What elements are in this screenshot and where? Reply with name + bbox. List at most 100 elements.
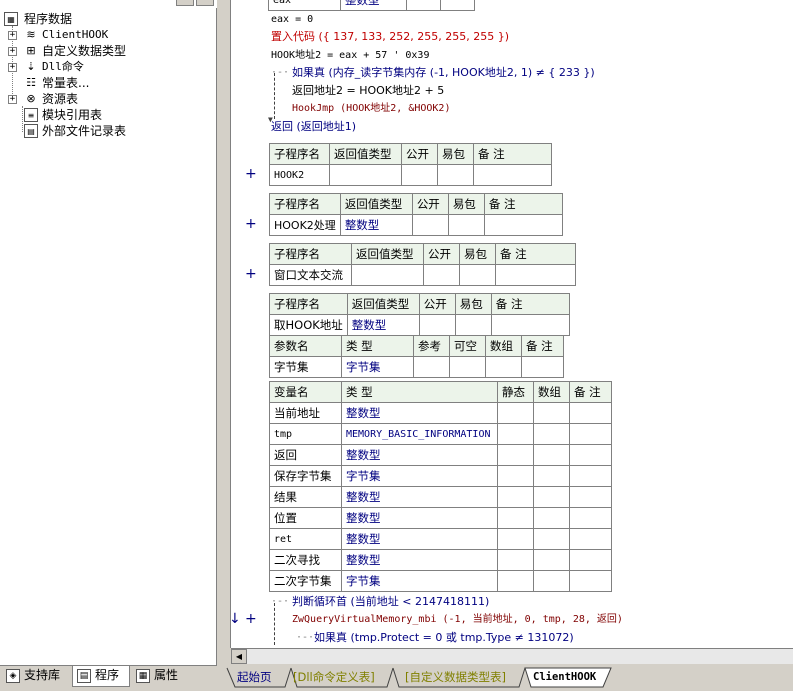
header-param-name: 参数名 bbox=[269, 335, 342, 357]
expand-plus-icon[interactable]: + bbox=[8, 95, 17, 104]
tree-item-label: 外部文件记录表 bbox=[42, 124, 127, 138]
tab-label: [自定义数据类型表] bbox=[405, 670, 506, 684]
sub-name-cell[interactable]: 窗口文本交流 bbox=[269, 264, 352, 286]
code-line[interactable]: HOOK地址2 = eax + 57 ' 0x39 bbox=[271, 49, 429, 63]
code-line[interactable]: eax = 0 bbox=[271, 13, 313, 27]
tab-start-page[interactable]: 起始页 bbox=[237, 668, 272, 687]
sub-table-hook2-handler: 子程序名 返回值类型 公开 易包 备 注 HOOK2处理 整数型 bbox=[269, 193, 563, 236]
table-row[interactable]: ret 整数型 bbox=[269, 528, 612, 550]
tab-label: ClientHOOK bbox=[533, 671, 597, 683]
variable-type-cell[interactable]: 字节集 bbox=[341, 570, 498, 592]
scroll-left-icon[interactable]: ◀ bbox=[231, 649, 247, 664]
tab-support-library[interactable]: ◈ 支持库 bbox=[2, 666, 72, 687]
variable-type-cell[interactable]: 字节集 bbox=[341, 465, 498, 487]
code-line-loop[interactable]: 判断循环首 (当前地址 < 2147418111) bbox=[292, 595, 489, 609]
tree-item-module-refs[interactable]: ≡ 模块引用表 bbox=[0, 107, 200, 123]
tree-item-clienthook[interactable]: + ≋ ClientHOOK bbox=[0, 27, 200, 43]
tree-item-label: 自定义数据类型 bbox=[42, 44, 127, 58]
header-nullable: 可空 bbox=[449, 335, 486, 357]
variable-type-cell[interactable]: 整数型 bbox=[341, 444, 498, 466]
variable-name-cell[interactable]: 二次寻找 bbox=[269, 549, 342, 571]
pane-scroll-button[interactable] bbox=[176, 0, 194, 6]
code-line-current[interactable]: ZwQueryVirtualMemory_mbi (-1, 当前地址, 0, t… bbox=[292, 613, 623, 627]
horizontal-scrollbar[interactable]: ◀ bbox=[231, 648, 793, 664]
return-type-cell[interactable] bbox=[329, 164, 402, 186]
table-row[interactable]: 返回 整数型 bbox=[269, 444, 612, 466]
top-fragment-table: eax 整数型 bbox=[268, 0, 475, 11]
variable-type-cell[interactable]: 整数型 bbox=[340, 0, 407, 11]
variable-type-cell[interactable]: 整数型 bbox=[341, 402, 498, 424]
variable-name-cell[interactable]: 返回 bbox=[269, 444, 342, 466]
variable-name-cell[interactable]: 保存字节集 bbox=[269, 465, 342, 487]
header-variable-name: 变量名 bbox=[269, 381, 342, 403]
tab-custom-types[interactable]: [自定义数据类型表] bbox=[405, 668, 506, 687]
variable-name-cell[interactable]: 当前地址 bbox=[269, 402, 342, 424]
variable-type-cell[interactable]: 整数型 bbox=[341, 549, 498, 571]
table-row[interactable]: 结果 整数型 bbox=[269, 486, 612, 508]
variable-name-cell[interactable]: eax bbox=[268, 0, 341, 11]
tab-properties[interactable]: ▦ 属性 bbox=[132, 666, 192, 687]
tree-item-dll-commands[interactable]: + ⇣ Dll命令 bbox=[0, 59, 200, 75]
tab-label: 属性 bbox=[154, 668, 179, 682]
table-row[interactable]: 二次字节集 字节集 bbox=[269, 570, 612, 592]
variable-name-cell[interactable]: ret bbox=[269, 528, 342, 550]
variable-name-cell[interactable]: 结果 bbox=[269, 486, 342, 508]
param-type-cell[interactable]: 字节集 bbox=[341, 356, 414, 378]
return-type-cell[interactable] bbox=[351, 264, 424, 286]
table-row[interactable]: 位置 整数型 bbox=[269, 507, 612, 529]
tab-dll-commands[interactable]: [Dll命令定义表] bbox=[293, 668, 375, 687]
tab-label: [Dll命令定义表] bbox=[293, 670, 375, 684]
expand-sub-icon[interactable]: + bbox=[245, 166, 257, 182]
tree-item-label: ClientHOOK bbox=[42, 28, 109, 41]
header-return-type: 返回值类型 bbox=[329, 143, 402, 165]
table-row[interactable]: 当前地址 整数型 bbox=[269, 402, 612, 424]
variable-name-cell[interactable]: tmp bbox=[269, 423, 342, 445]
table-row[interactable]: tmp MEMORY_BASIC_INFORMATION bbox=[269, 423, 612, 445]
expand-plus-icon[interactable]: + bbox=[8, 31, 17, 40]
tab-clienthook[interactable]: ClientHOOK bbox=[533, 668, 596, 687]
header-reference: 参考 bbox=[413, 335, 450, 357]
header-note: 备 注 bbox=[490, 293, 570, 315]
tab-label: 起始页 bbox=[237, 670, 272, 684]
table-row[interactable]: 保存字节集 字节集 bbox=[269, 465, 612, 487]
tree-item-resources[interactable]: + ⊗ 资源表 bbox=[0, 91, 200, 107]
code-line[interactable]: HookJmp (HOOK地址2, &HOOK2) bbox=[292, 102, 450, 116]
pane-scroll-button[interactable] bbox=[196, 0, 214, 6]
variable-table: 变量名 类 型 静态 数组 备 注 当前地址 整数型 tmp MEMORY_BASI… bbox=[269, 381, 612, 592]
program-data-icon: ▦ bbox=[4, 12, 18, 26]
tree-item-constants[interactable]: ☷ 常量表... bbox=[0, 75, 200, 91]
tree-item-label: 模块引用表 bbox=[42, 108, 103, 122]
tree-item-external-files[interactable]: ▤ 外部文件记录表 bbox=[0, 123, 200, 139]
expand-sub-icon[interactable]: + bbox=[245, 611, 257, 627]
tree-item-label: Dll命令 bbox=[42, 60, 84, 73]
expand-sub-icon[interactable]: + bbox=[245, 216, 257, 232]
return-type-cell[interactable]: 整数型 bbox=[346, 314, 420, 336]
variable-type-cell[interactable]: MEMORY_BASIC_INFORMATION bbox=[341, 423, 498, 445]
header-public: 公开 bbox=[423, 243, 460, 265]
variable-type-cell[interactable]: 整数型 bbox=[341, 486, 498, 508]
code-line[interactable]: 返回地址2 = HOOK地址2 + 5 bbox=[292, 84, 444, 98]
code-line[interactable]: 置入代码 ({ 137, 133, 252, 255, 255, 255 }) bbox=[271, 30, 509, 44]
expand-sub-icon[interactable]: + bbox=[245, 266, 257, 282]
code-line-return[interactable]: 返回 (返回地址1) bbox=[271, 120, 356, 134]
tree-root[interactable]: ▦ 程序数据 bbox=[0, 11, 200, 27]
tree-item-label: 常量表... bbox=[42, 76, 90, 90]
code-line-if-true[interactable]: 如果真 (内存_读字节集内存 (-1, HOOK地址2, 1) ≠ { 233 … bbox=[292, 66, 595, 80]
expand-plus-icon[interactable]: + bbox=[8, 63, 17, 72]
param-name-cell[interactable]: 字节集 bbox=[269, 356, 342, 378]
variable-type-cell[interactable]: 整数型 bbox=[341, 528, 498, 550]
variable-name-cell[interactable]: 位置 bbox=[269, 507, 342, 529]
tree-item-custom-types[interactable]: + ⊞ 自定义数据类型 bbox=[0, 43, 200, 59]
header-sub-name: 子程序名 bbox=[269, 293, 348, 315]
code-line-if-true[interactable]: 如果真 (tmp.Protect = 0 或 tmp.Type ≠ 131072… bbox=[314, 631, 574, 645]
return-type-cell[interactable]: 整数型 bbox=[339, 214, 413, 236]
table-row[interactable]: 二次寻找 整数型 bbox=[269, 549, 612, 571]
tree-item-label: 资源表 bbox=[42, 92, 79, 106]
sub-name-cell[interactable]: HOOK2处理 bbox=[269, 214, 341, 236]
expand-plus-icon[interactable]: + bbox=[8, 47, 17, 56]
tab-program[interactable]: ▤ 程序 bbox=[72, 666, 130, 687]
variable-name-cell[interactable]: 二次字节集 bbox=[269, 570, 342, 592]
variable-type-cell[interactable]: 整数型 bbox=[341, 507, 498, 529]
sub-name-cell[interactable]: 取HOOK地址 bbox=[269, 314, 348, 336]
sub-name-cell[interactable]: HOOK2 bbox=[269, 164, 330, 186]
